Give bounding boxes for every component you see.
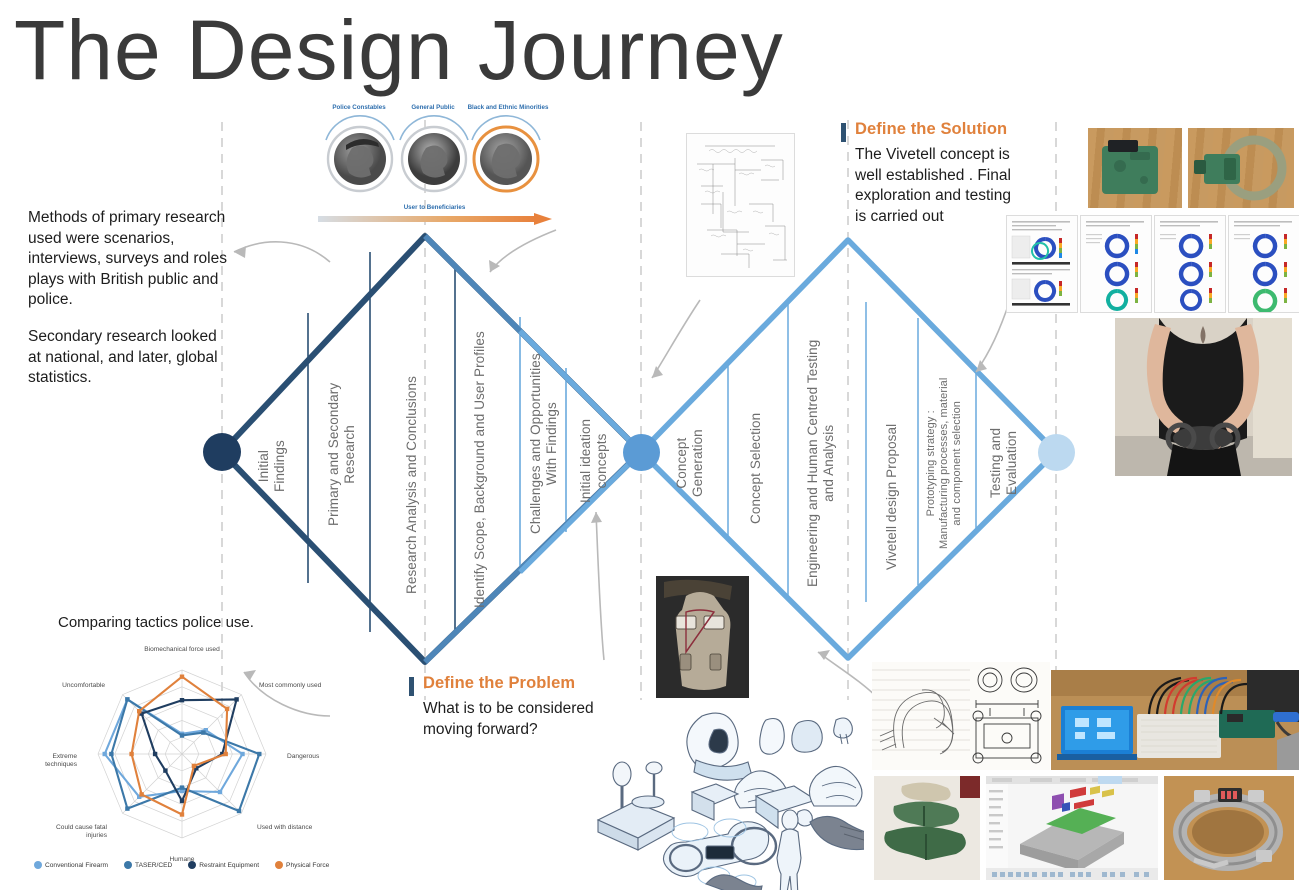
photo-torso-prototype bbox=[654, 574, 751, 700]
cad-sketch-thumbnail bbox=[872, 662, 1050, 770]
research-note-p1: Methods of primary research used were sc… bbox=[28, 209, 227, 309]
radar-point bbox=[201, 730, 206, 735]
radar-point bbox=[179, 798, 185, 804]
radar-point bbox=[236, 808, 242, 814]
radar-point bbox=[179, 785, 185, 790]
diamond2-label-0: Concept Generation bbox=[674, 429, 706, 497]
radar-point bbox=[179, 812, 185, 817]
radar-chart: Biomechanical force used Most commonly us… bbox=[30, 636, 340, 886]
radar-axis-label: Extreme bbox=[52, 753, 77, 760]
legend-label: TASER/CED bbox=[135, 861, 173, 869]
radar-point bbox=[109, 751, 114, 757]
radar-point bbox=[125, 697, 130, 702]
persona-graphic: Police Constables General Public Black a… bbox=[312, 104, 557, 225]
diamond1-label-2: Research Analysis and Conclusions bbox=[404, 376, 419, 594]
radar-axis-label: Could cause fatal bbox=[56, 824, 107, 831]
mindmap-sketch-lines bbox=[697, 145, 787, 268]
fea-sheet-1 bbox=[1080, 215, 1152, 313]
research-note-p2: Secondary research looked at national, a… bbox=[28, 328, 218, 387]
callout-solution-title: Define the Solution bbox=[855, 120, 1008, 138]
persona-portrait-rings bbox=[325, 115, 541, 193]
legend-label: Physical Force bbox=[286, 861, 330, 869]
radar-axis-label: injuries bbox=[86, 832, 108, 839]
diamond1-label-4: Challenges and Opportunities With Findin… bbox=[528, 353, 560, 534]
diamond2-label-3: Vivetell design Proposal bbox=[884, 423, 899, 570]
radar-axis-label: techniques bbox=[45, 761, 78, 768]
diamond2-label-1: Concept Selection bbox=[748, 412, 763, 524]
radar-point bbox=[129, 751, 134, 757]
callout-define-the-solution: Define the Solution The Vivetell concept… bbox=[841, 120, 1021, 227]
diamond2-label-4: Prototyping strategy : Manufacturing pro… bbox=[925, 377, 963, 549]
photo-green-housing bbox=[1088, 128, 1182, 208]
fea-sheet-2 bbox=[1154, 215, 1226, 313]
legend-label: Restraint Equipment bbox=[199, 861, 260, 869]
radar-point bbox=[179, 698, 185, 703]
mindmap-thumbnail bbox=[686, 133, 795, 277]
legend-item-0: Conventional Firearm bbox=[34, 861, 108, 869]
photo-metal-prototype bbox=[1164, 776, 1294, 880]
radar-point bbox=[179, 674, 185, 679]
node-end bbox=[1038, 434, 1075, 471]
radar-axis-label: Most commonly used bbox=[259, 682, 322, 689]
chart-title: Comparing tactics police use. bbox=[58, 614, 254, 631]
fea-sheet-3 bbox=[1228, 215, 1299, 314]
diamond1-label-3: Identify Scope, Background and User Prof… bbox=[472, 331, 487, 608]
radar-point bbox=[179, 733, 185, 738]
diamond2-label-2: Engineering and Human Centred Testing an… bbox=[805, 339, 837, 587]
callout-problem-body: What is to be considered moving forward? bbox=[423, 700, 594, 738]
radar-point bbox=[152, 751, 158, 757]
legend-swatch bbox=[34, 861, 42, 869]
radar-axis-label: Dangerous bbox=[287, 753, 320, 760]
radar-point bbox=[217, 789, 223, 795]
callout-accent-bar bbox=[841, 123, 846, 142]
radar-axis-label: Used with distance bbox=[257, 824, 313, 831]
research-note: Methods of primary research used were sc… bbox=[28, 208, 228, 405]
callout-accent-bar bbox=[409, 677, 414, 696]
fea-sheet-group bbox=[1006, 215, 1299, 314]
photo-cuff-ring-pcb bbox=[1188, 128, 1294, 208]
radar-point bbox=[163, 768, 168, 773]
photo-cad-screenshot bbox=[986, 776, 1158, 880]
concept-sketch-sheet bbox=[578, 700, 877, 895]
poster-canvas: The Design Journey Initial Findings Prim… bbox=[0, 0, 1299, 895]
legend-item-3: Physical Force bbox=[275, 861, 329, 869]
radar-point bbox=[240, 751, 245, 757]
persona-gradient-arrow bbox=[318, 213, 552, 225]
photo-electronics-prototype bbox=[1051, 670, 1299, 770]
radar-point bbox=[139, 792, 144, 797]
chart-legend: Conventional Firearm TASER/CED Restraint E… bbox=[34, 861, 337, 869]
radar-point bbox=[125, 806, 130, 811]
callout-solution-body: The Vivetell concept is well established… bbox=[855, 146, 1011, 225]
radar-point bbox=[257, 751, 262, 757]
diamond2-label-5: Testing and Evaluation bbox=[988, 427, 1020, 498]
photo-user-test-cuffs bbox=[1115, 318, 1292, 476]
legend-item-1: TASER/CED bbox=[124, 861, 172, 869]
radar-point bbox=[234, 697, 239, 702]
radar-chart-svg: Biomechanical force used Most commonly us… bbox=[45, 646, 322, 863]
radar-axis-label: Uncomfortable bbox=[62, 682, 105, 689]
radar-point bbox=[102, 751, 107, 757]
photo-foam-models bbox=[874, 776, 980, 880]
radar-point bbox=[223, 751, 228, 757]
diamond1-label-1: Primary and Secondary Research bbox=[326, 382, 358, 526]
callout-define-the-problem: Define the Problem What is to be conside… bbox=[409, 674, 594, 740]
legend-swatch bbox=[124, 861, 133, 869]
diamond1-label-0: Initial Findings bbox=[256, 440, 288, 492]
diamond1-label-5: Initial ideation concepts bbox=[578, 418, 610, 503]
radar-axis-label: Biomechanical force used bbox=[144, 646, 220, 653]
fea-sheet-0 bbox=[1006, 215, 1078, 313]
legend-item-2: Restraint Equipment bbox=[188, 861, 259, 869]
legend-swatch bbox=[275, 861, 284, 869]
radar-point bbox=[191, 763, 197, 769]
radar-point bbox=[137, 709, 142, 714]
node-start bbox=[203, 433, 241, 471]
legend-swatch bbox=[188, 861, 197, 869]
radar-series-3 bbox=[130, 675, 229, 816]
radar-point bbox=[224, 706, 230, 712]
persona-label-2: Black and Ethnic Minorities bbox=[467, 104, 549, 111]
callout-problem-title: Define the Problem bbox=[423, 674, 576, 692]
legend-label: Conventional Firearm bbox=[45, 861, 109, 869]
persona-arrow-label: User to Beneficiaries bbox=[403, 204, 466, 211]
node-middle bbox=[623, 434, 660, 471]
